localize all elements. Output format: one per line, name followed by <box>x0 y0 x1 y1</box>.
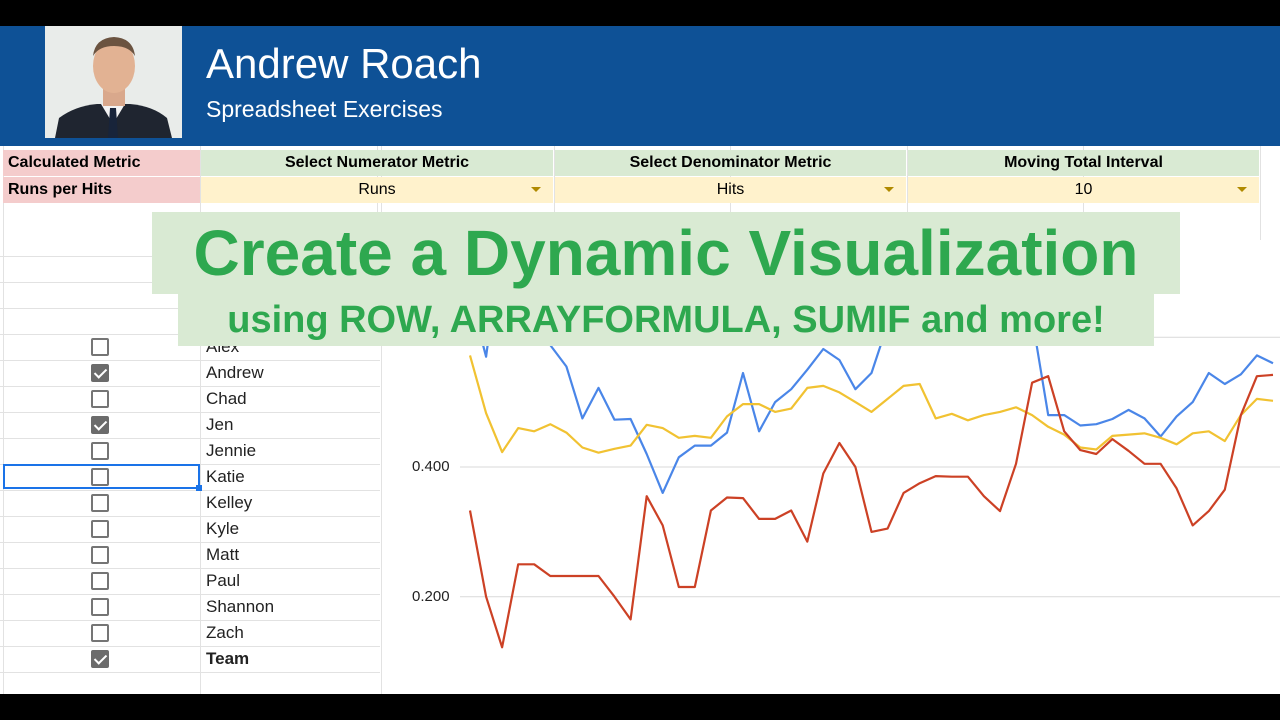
denominator-metric-value: Hits <box>716 181 745 198</box>
player-checkbox[interactable] <box>91 338 109 356</box>
player-checkbox[interactable] <box>91 650 109 668</box>
player-row: Jen <box>0 412 380 438</box>
player-row: Shannon <box>0 594 380 620</box>
player-checkbox[interactable] <box>91 442 109 460</box>
player-name: Kyle <box>206 519 240 538</box>
player-row: Chad <box>0 386 380 412</box>
player-name: Chad <box>206 389 247 408</box>
player-name: Zach <box>206 623 244 642</box>
player-row: Katie <box>0 464 380 491</box>
denominator-metric-dropdown[interactable]: Hits <box>555 177 906 203</box>
dropdown-arrow-icon[interactable] <box>884 187 894 192</box>
calculated-metric-value: Runs per Hits <box>3 177 200 203</box>
interval-dropdown[interactable]: 10 <box>908 177 1259 203</box>
dropdown-arrow-icon[interactable] <box>1237 187 1247 192</box>
player-name: Paul <box>206 571 241 590</box>
video-title-banner: Create a Dynamic Visualization <box>152 212 1180 294</box>
moving-total-interval-header: Moving Total Interval <box>908 150 1259 176</box>
player-row: Andrew <box>0 360 380 386</box>
player-name: Matt <box>206 545 240 564</box>
player-name: Katie <box>206 467 245 486</box>
player-name: Shannon <box>206 597 275 616</box>
denominator-metric-header: Select Denominator Metric <box>555 150 906 176</box>
video-frame: Andrew Roach Spreadsheet Exercises Calcu… <box>0 26 1280 694</box>
y-tick-label: 0.200 <box>412 587 450 605</box>
player-row: Team <box>0 646 380 672</box>
interval-value: 10 <box>1074 181 1093 198</box>
player-name: Kelley <box>206 493 253 512</box>
numerator-metric-header: Select Numerator Metric <box>201 150 553 176</box>
player-checkbox[interactable] <box>91 416 109 434</box>
player-checkbox[interactable] <box>91 598 109 616</box>
player-checkbox[interactable] <box>91 572 109 590</box>
player-row: Paul <box>0 568 380 594</box>
author-photo <box>45 26 182 138</box>
player-row: Kyle <box>0 516 380 542</box>
player-name: Andrew <box>206 363 264 382</box>
player-checkbox[interactable] <box>91 624 109 642</box>
series-line <box>468 373 1274 649</box>
player-checkbox[interactable] <box>91 390 109 408</box>
player-checkbox[interactable] <box>91 364 109 382</box>
player-checkbox[interactable] <box>91 520 109 538</box>
calculated-metric-header: Calculated Metric <box>3 150 200 176</box>
channel-subtitle: Spreadsheet Exercises <box>206 96 443 122</box>
video-subtitle-banner: using ROW, ARRAYFORMULA, SUMIF and more! <box>178 294 1154 346</box>
player-checkbox[interactable] <box>91 546 109 564</box>
y-tick-label: 0.400 <box>412 458 450 475</box>
player-checkbox[interactable] <box>91 468 109 486</box>
player-row: Kelley <box>0 490 380 516</box>
dropdown-arrow-icon[interactable] <box>531 187 541 192</box>
numerator-metric-dropdown[interactable]: Runs <box>201 177 553 203</box>
player-checkbox[interactable] <box>91 494 109 512</box>
player-name: Team <box>206 649 250 668</box>
player-row: Matt <box>0 542 380 568</box>
player-row: Zach <box>0 620 380 646</box>
header-banner: Andrew Roach Spreadsheet Exercises <box>0 26 1280 146</box>
numerator-metric-value: Runs <box>358 181 396 198</box>
player-name: Jennie <box>206 441 257 460</box>
channel-title: Andrew Roach <box>206 40 482 87</box>
player-name: Jen <box>206 415 234 434</box>
player-row: Jennie <box>0 438 380 464</box>
